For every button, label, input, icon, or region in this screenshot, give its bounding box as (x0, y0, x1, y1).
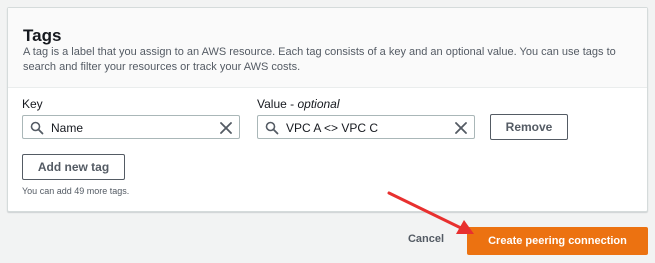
create-peering-connection-button[interactable]: Create peering connection (467, 227, 648, 255)
remaining-tags-hint: You can add 49 more tags. (22, 186, 130, 196)
tags-panel-header: Tags A tag is a label that you assign to… (8, 8, 647, 88)
panel-description: A tag is a label that you assign to an A… (23, 46, 616, 73)
panel-title: Tags (23, 26, 62, 45)
cancel-button[interactable]: Cancel (401, 233, 451, 245)
clear-value-icon[interactable] (454, 121, 468, 135)
search-icon (30, 121, 44, 135)
key-input[interactable]: Name (22, 115, 240, 139)
key-label: Key (22, 97, 43, 111)
value-input[interactable]: VPC A <> VPC C (257, 115, 475, 139)
remove-tag-button[interactable]: Remove (490, 114, 568, 140)
value-label-text: Value - (257, 97, 298, 111)
clear-key-icon[interactable] (219, 121, 233, 135)
key-input-value: Name (51, 121, 84, 135)
value-label: Value - optional (257, 97, 340, 111)
value-input-value: VPC A <> VPC C (286, 121, 379, 135)
add-new-tag-button[interactable]: Add new tag (22, 154, 125, 180)
search-icon (265, 121, 279, 135)
value-label-optional: optional (297, 97, 340, 111)
